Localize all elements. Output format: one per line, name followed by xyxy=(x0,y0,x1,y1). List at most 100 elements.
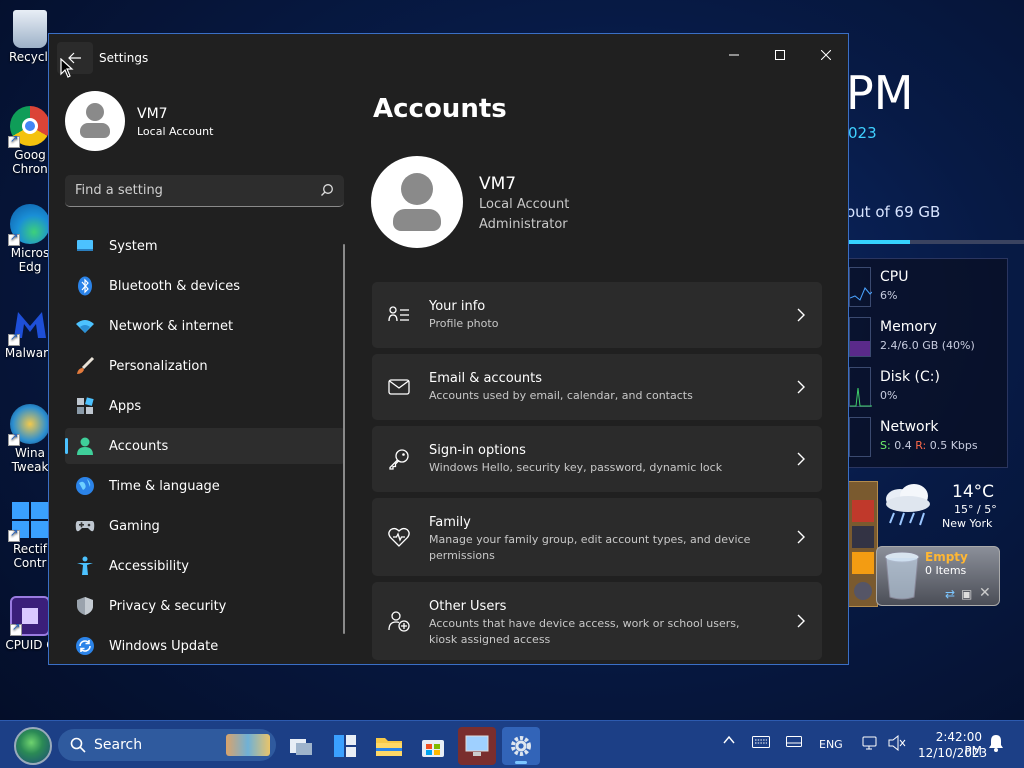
card-description: Accounts used by email, calendar, and co… xyxy=(429,389,693,402)
card-title: Email & accounts xyxy=(429,371,543,386)
empty-bin-icon[interactable]: ▣ xyxy=(961,587,972,601)
account-role: Administrator xyxy=(479,217,568,232)
taskbar-settings[interactable] xyxy=(502,727,540,765)
gadget-tile xyxy=(852,500,874,522)
taskbar-store[interactable] xyxy=(414,727,452,765)
meter-value: 2.4/6.0 GB (40%) xyxy=(880,339,975,352)
find-setting-search[interactable] xyxy=(65,175,344,207)
tray-network[interactable] xyxy=(862,735,878,754)
page-title: Accounts xyxy=(373,94,507,124)
winaero-tweaker-icon xyxy=(8,404,50,446)
card-other-users[interactable]: Other Users Accounts that have device ac… xyxy=(372,582,822,660)
malwarebytes-icon xyxy=(8,304,50,346)
taskbar-widgets[interactable] xyxy=(326,727,364,765)
close-icon[interactable]: ✕ xyxy=(979,585,991,601)
shield-icon xyxy=(75,596,95,616)
account-avatar[interactable] xyxy=(371,156,463,248)
profile-avatar[interactable] xyxy=(65,91,125,151)
maximize-icon xyxy=(775,50,785,60)
desktop-date-widget: 023 xyxy=(848,124,877,142)
disk-graph xyxy=(849,367,872,407)
sidebar-item-label: Bluetooth & devices xyxy=(109,278,240,294)
family-heart-icon xyxy=(388,527,410,547)
gadget-tile xyxy=(852,552,874,574)
monitor-icon xyxy=(465,735,489,756)
taskbar-file-explorer[interactable] xyxy=(370,727,408,765)
tray-clock-date[interactable]: 12/10/2023 xyxy=(918,746,987,760)
sidebar-item-label: Apps xyxy=(109,398,142,414)
sidebar-item-network[interactable]: Network & internet xyxy=(65,308,345,344)
card-title: Your info xyxy=(429,299,486,314)
window-title: Settings xyxy=(99,51,149,65)
sidebar-item-label: Accessibility xyxy=(109,558,189,574)
card-family[interactable]: Family Manage your family group, edit ac… xyxy=(372,498,822,576)
card-description: Profile photo xyxy=(429,317,499,330)
minimize-button[interactable] xyxy=(711,40,757,70)
card-title: Sign-in options xyxy=(429,443,526,458)
sidebar-item-label: Time & language xyxy=(109,478,220,494)
tray-overflow-chevron[interactable] xyxy=(722,733,736,750)
network-receive-label: R: xyxy=(915,439,927,452)
card-title: Family xyxy=(429,515,471,530)
sidebar-item-system[interactable]: System xyxy=(65,228,345,264)
globe-icon xyxy=(75,476,95,496)
sidebar-item-personalization[interactable]: Personalization xyxy=(65,348,345,384)
card-description: Manage your family group, edit account t… xyxy=(429,533,751,562)
taskbar-remote-app[interactable] xyxy=(458,727,496,765)
weather-range: 15° / 5° xyxy=(954,503,997,516)
settings-window: Settings VM7 Local Account System Blueto… xyxy=(48,33,849,665)
refresh-icon[interactable]: ⇄ xyxy=(945,587,955,601)
sidebar-item-windows-update[interactable]: Windows Update xyxy=(65,628,345,664)
network-receive-value: 0.5 Kbps xyxy=(926,439,978,452)
apps-icon xyxy=(75,396,95,416)
profile-name: VM7 xyxy=(137,106,168,122)
card-sign-in-options[interactable]: Sign-in options Windows Hello, security … xyxy=(372,426,822,492)
folder-icon xyxy=(376,738,402,756)
gadget-tile xyxy=(854,582,872,600)
tray-display[interactable] xyxy=(786,736,802,752)
sidebar-item-accessibility[interactable]: Accessibility xyxy=(65,548,345,584)
card-your-info[interactable]: Your info Profile photo xyxy=(372,282,822,348)
taskbar-search-label: Search xyxy=(94,737,143,753)
taskbar: Search ENG 2:42:00 PM 12/10/2023 xyxy=(0,720,1024,768)
sidebar-item-apps[interactable]: Apps xyxy=(65,388,345,424)
tray-volume-muted[interactable] xyxy=(888,734,906,754)
rain-cloud-icon xyxy=(880,479,935,529)
recycle-bin-widget[interactable]: Empty 0 Items ⇄ ▣ ✕ xyxy=(876,546,1000,606)
search-highlight-icon xyxy=(226,734,270,756)
sidebar-item-label: Gaming xyxy=(109,518,160,534)
title-bar[interactable]: Settings xyxy=(49,34,848,78)
taskbar-search[interactable]: Search xyxy=(58,729,276,761)
tray-language[interactable]: ENG xyxy=(819,738,843,751)
tray-notifications[interactable] xyxy=(988,734,1004,755)
chevron-right-icon xyxy=(797,530,805,544)
meter-name: Disk (C:) xyxy=(880,369,940,385)
volume-muted-icon xyxy=(888,734,906,752)
sidebar-item-label: Privacy & security xyxy=(109,598,227,614)
sidebar-item-bluetooth[interactable]: Bluetooth & devices xyxy=(65,268,345,304)
sidebar-item-accounts[interactable]: Accounts xyxy=(65,428,345,464)
add-user-icon xyxy=(388,611,410,632)
recycle-bin-count: 0 Items xyxy=(925,564,967,577)
close-button[interactable] xyxy=(803,40,848,70)
sidebar-item-gaming[interactable]: Gaming xyxy=(65,508,345,544)
keyboard-icon xyxy=(752,736,770,748)
tray-keyboard[interactable] xyxy=(752,736,770,751)
person-card-icon xyxy=(388,306,409,322)
card-email-accounts[interactable]: Email & accounts Accounts used by email,… xyxy=(372,354,822,420)
network-send-label: S: xyxy=(880,439,891,452)
brush-icon xyxy=(75,356,95,376)
sidebar-item-privacy-security[interactable]: Privacy & security xyxy=(65,588,345,624)
start-button[interactable] xyxy=(14,727,52,765)
chrome-icon xyxy=(8,106,50,148)
taskbar-task-view[interactable] xyxy=(282,727,320,765)
search-input[interactable] xyxy=(75,175,305,206)
sidebar-scrollbar[interactable] xyxy=(343,244,345,634)
chevron-up-icon xyxy=(723,735,735,744)
maximize-button[interactable] xyxy=(757,40,803,70)
profile-subtitle: Local Account xyxy=(137,125,214,138)
sidebar-item-time-language[interactable]: Time & language xyxy=(65,468,345,504)
gamepad-icon xyxy=(75,516,95,536)
meter-memory: Memory 2.4/6.0 GB (40%) xyxy=(849,313,1009,363)
user-silhouette-body xyxy=(393,209,441,231)
